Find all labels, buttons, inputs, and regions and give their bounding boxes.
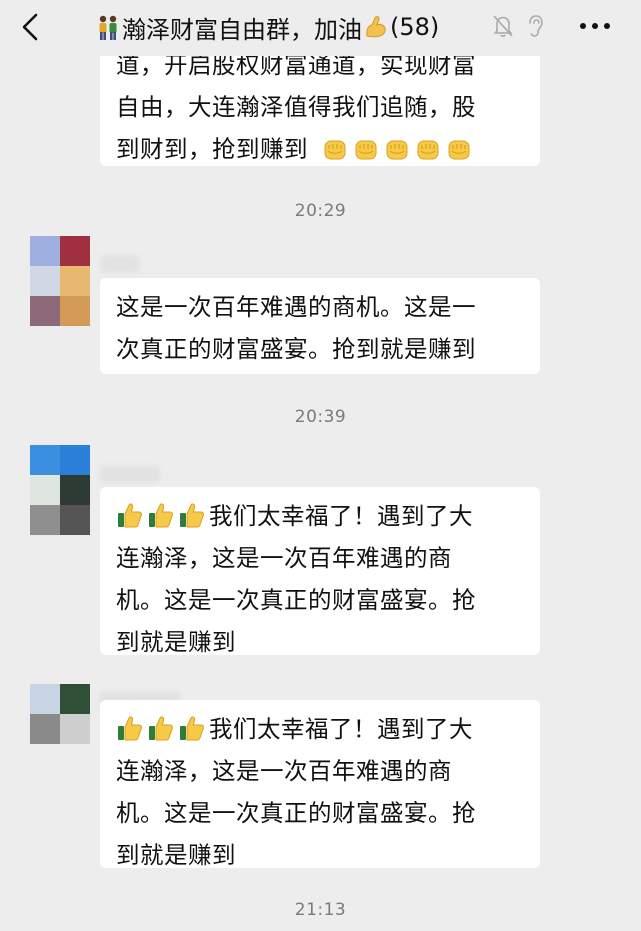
thumbs-up-icon xyxy=(149,503,173,528)
message-bubble[interactable]: 我们太幸福了！遇到了大 连瀚泽，这是一次百年难遇的商 机。这是一次真正的财富盛宴… xyxy=(100,487,540,656)
message-line: 到就是赚到 xyxy=(116,628,236,656)
avatar-tile xyxy=(30,684,60,714)
message-line: 机。这是一次真正的财富盛宴。抢 xyxy=(116,799,476,827)
avatar-tile xyxy=(60,505,90,535)
avatar-tile xyxy=(60,266,90,296)
avatar-tile xyxy=(30,475,60,505)
thumbs-up-icon xyxy=(118,716,142,741)
message-line: 连瀚泽，这是一次百年难遇的商 xyxy=(116,544,452,572)
message-line: 我们太幸福了！遇到了大 xyxy=(116,495,524,537)
avatar-tile xyxy=(60,684,90,714)
chat-title-text: 瀚泽财富自由群，加油 xyxy=(122,15,362,44)
emoji-group xyxy=(116,715,209,743)
message-bubble[interactable]: 我们太幸福了！遇到了大 连瀚泽，这是一次百年难遇的商 机。这是一次真正的财富盛宴… xyxy=(100,700,540,869)
emoji-group xyxy=(316,135,477,163)
message-line: 自由，大连瀚泽值得我们追随，股 xyxy=(116,93,476,121)
avatar-tile xyxy=(30,296,60,326)
avatar-tile xyxy=(30,445,60,475)
message-text: 到财到，抢到赚到 xyxy=(116,135,308,163)
avatar[interactable] xyxy=(30,445,90,535)
thumbs-up-icon xyxy=(149,716,173,741)
thumbs-up-icon xyxy=(180,716,204,741)
avatar-tile xyxy=(60,236,90,266)
emoji-group xyxy=(116,502,209,530)
chat-title[interactable]: 瀚泽财富自由群，加油 (58) xyxy=(96,9,439,45)
flexed-biceps-icon xyxy=(366,16,386,38)
message-line: 我们太幸福了！遇到了大 xyxy=(116,708,524,750)
message-line: 机。这是一次真正的财富盛宴。抢 xyxy=(116,586,476,614)
mute-bell-icon xyxy=(493,15,513,37)
avatar-tile xyxy=(30,744,60,774)
ear-icon xyxy=(529,15,543,37)
avatar-tile xyxy=(60,475,90,505)
avatar-tile xyxy=(60,445,90,475)
message-text: 我们太幸福了！遇到了大 xyxy=(209,502,473,530)
raised-fist-icon xyxy=(417,140,439,160)
raised-fist-icon xyxy=(386,140,408,160)
sender-name xyxy=(100,466,160,482)
raised-fist-icon xyxy=(448,140,470,160)
avatar[interactable] xyxy=(30,684,90,774)
message-line: 到就是赚到 xyxy=(116,841,236,869)
timestamp: 20:39 xyxy=(294,407,347,427)
sender-name xyxy=(100,256,140,272)
message-line: 次真正的财富盛宴。抢到就是赚到 xyxy=(116,335,476,363)
thumbs-up-icon xyxy=(180,503,204,528)
avatar-tile xyxy=(30,505,60,535)
message-text: 我们太幸福了！遇到了大 xyxy=(209,715,473,743)
raised-fist-icon xyxy=(324,140,346,160)
more-icon[interactable] xyxy=(578,20,612,32)
avatar-tile xyxy=(30,236,60,266)
people-icon xyxy=(99,15,117,40)
avatar-tile xyxy=(30,266,60,296)
message-bubble[interactable]: 这是一次百年难遇的商机。这是一 次真正的财富盛宴。抢到就是赚到 xyxy=(100,278,540,374)
timestamp: 20:29 xyxy=(294,201,347,221)
chat-header: 瀚泽财富自由群，加油 (58) xyxy=(0,0,641,56)
avatar-tile xyxy=(60,714,90,744)
message-line: 道，开启股权财富通道，实现财富 xyxy=(116,56,476,79)
thumbs-up-icon xyxy=(118,503,142,528)
avatar[interactable] xyxy=(30,236,90,326)
message-line: 连瀚泽，这是一次百年难遇的商 xyxy=(116,757,452,785)
message-line: 这是一次百年难遇的商机。这是一 xyxy=(116,293,476,321)
back-icon[interactable] xyxy=(18,12,44,42)
raised-fist-icon xyxy=(355,140,377,160)
chat-area[interactable]: 道，开启股权财富通道，实现财富 自由，大连瀚泽值得我们追随，股 到财到，抢到赚到… xyxy=(0,56,641,931)
avatar-tile xyxy=(60,296,90,326)
avatar-tile xyxy=(30,714,60,744)
timestamp: 21:13 xyxy=(294,900,347,920)
avatar-tile xyxy=(60,744,90,774)
message-line: 到财到，抢到赚到 xyxy=(116,128,524,170)
message-bubble[interactable]: 道，开启股权财富通道，实现财富 自由，大连瀚泽值得我们追随，股 到财到，抢到赚到 xyxy=(100,56,540,166)
member-count: (58) xyxy=(390,13,440,41)
